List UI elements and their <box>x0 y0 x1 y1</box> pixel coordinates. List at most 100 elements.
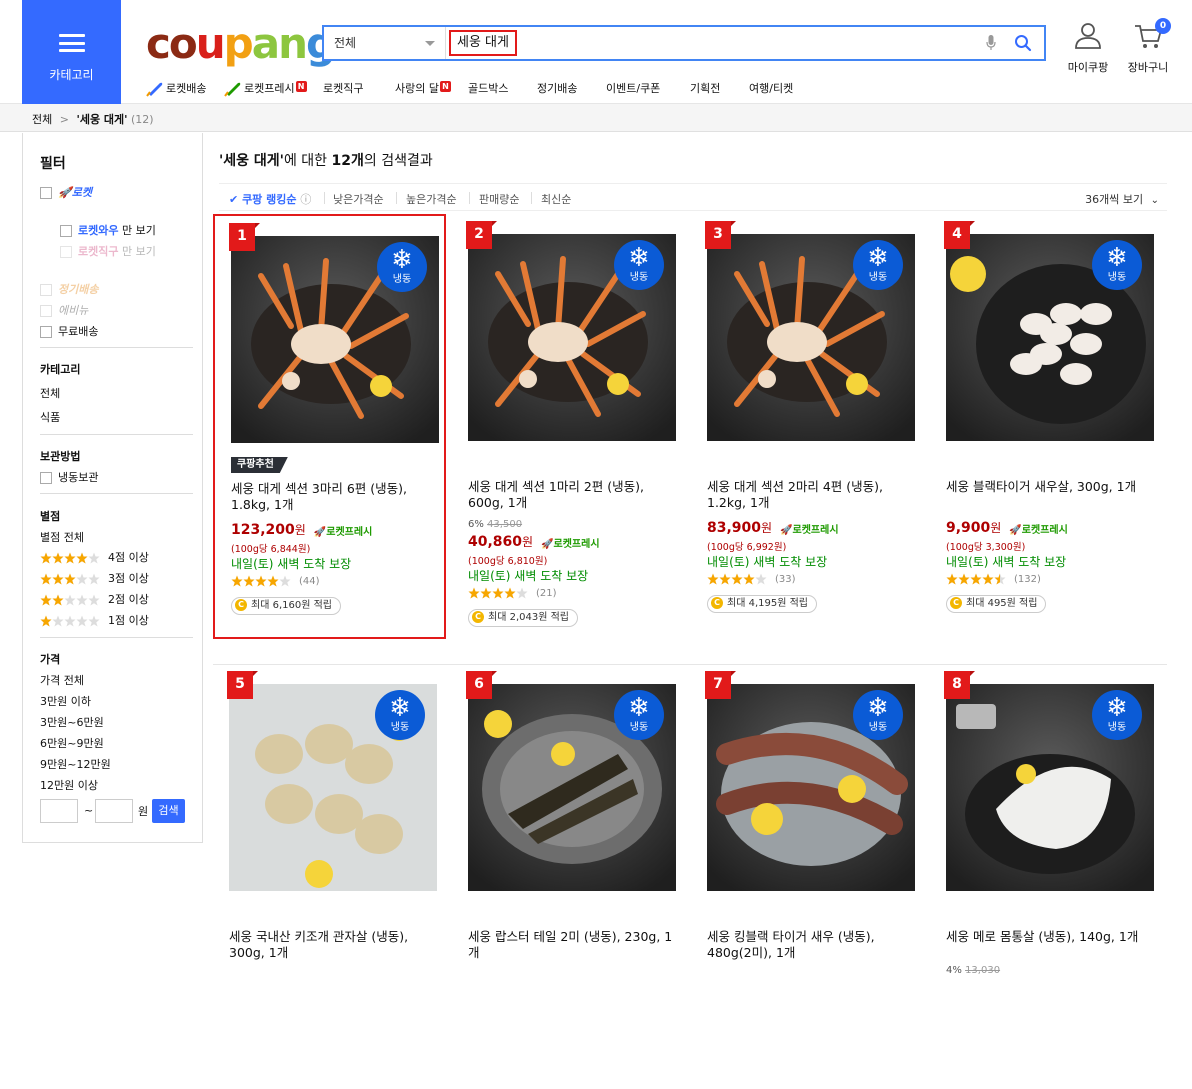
category-food-link[interactable]: 식품 <box>40 409 60 425</box>
price-max-input[interactable] <box>95 799 133 823</box>
rank-badge: 6 <box>466 671 497 699</box>
coin-icon: C <box>950 597 962 609</box>
price-range-option[interactable]: 3만원 이하 <box>40 693 91 709</box>
filter-rocket-jikgu[interactable]: 로켓직구 만 보기 <box>60 243 156 259</box>
cashback-badge: C 최대 495원 적립 <box>946 595 1047 613</box>
nav-item[interactable]: 정기배송 <box>537 78 577 100</box>
nav-item[interactable]: 사랑의 달N <box>395 78 451 100</box>
search-input[interactable]: 세웅 대게 <box>449 30 517 56</box>
filter-rocket-label: 로켓 <box>71 186 92 199</box>
product-name[interactable]: 세웅 대게 섹션 2마리 4편 (냉동), 1.2kg, 1개 <box>707 479 912 511</box>
price-range-option[interactable]: 6만원~9만원 <box>40 735 104 751</box>
checkbox[interactable] <box>40 305 52 317</box>
sale-price-value: 40,860 <box>468 534 523 550</box>
breadcrumb-separator-icon: > <box>59 113 69 126</box>
checkbox[interactable] <box>40 326 52 338</box>
product-card[interactable]: ❄ 냉동 2 세웅 대게 섹션 1마리 2편 (냉동), 600g, 1개 6% 43,… <box>452 214 685 639</box>
price-range-option[interactable]: 12만원 이상 <box>40 777 98 793</box>
product-name[interactable]: 세웅 국내산 키조개 관자살 (냉동), 300g, 1개 <box>229 929 434 961</box>
rocket-icon: 🚀 <box>58 186 72 199</box>
product-name[interactable]: 세웅 랍스터 테일 2미 (냉동), 230g, 1개 <box>468 929 673 961</box>
product-image[interactable]: ❄ 냉동 <box>229 684 437 891</box>
breadcrumb-current: '세웅 대게' <box>76 113 128 126</box>
rating-filter-option[interactable]: 1점 이상 <box>40 612 149 628</box>
view-count-select[interactable]: 36개씩 보기 ⌄ <box>1085 191 1159 207</box>
divider <box>396 192 397 204</box>
search-icon[interactable] <box>1014 34 1032 52</box>
user-icon <box>1075 23 1101 49</box>
filter-rocket-wow[interactable]: 로켓와우 만 보기 <box>60 222 156 238</box>
product-image[interactable]: ❄ 냉동 <box>707 234 915 441</box>
frozen-badge-label: 냉동 <box>392 274 412 285</box>
product-card[interactable]: ❄ 냉동 8 세웅 메로 몸통살 (냉동), 140g, 1개 4% 13,030 <box>930 664 1163 1089</box>
nav-item[interactable]: 로켓프레시 N <box>224 78 307 100</box>
nav-item[interactable]: 골드박스 <box>468 78 508 100</box>
checkbox[interactable] <box>40 187 52 199</box>
price-search-button[interactable]: 검색 <box>152 799 185 823</box>
frozen-badge-label: 냉동 <box>1107 722 1127 733</box>
nav-item[interactable]: 이벤트/쿠폰 <box>606 78 660 100</box>
category-menu-button[interactable]: 카테고리 <box>22 0 121 104</box>
product-card[interactable]: ❄ 냉동 1 쿠팡추천 세웅 대게 섹션 3마리 6편 (냉동), 1.8kg, 1개 1… <box>213 214 446 639</box>
rating-filter-option[interactable]: 3점 이상 <box>40 570 149 586</box>
my-coupang-button[interactable]: 마이쿠팡 <box>1063 20 1113 75</box>
product-image[interactable]: ❄ 냉동 <box>468 234 676 441</box>
filter-free-shipping[interactable]: 무료배송 <box>40 323 98 339</box>
nav-item[interactable]: 로켓직구 <box>323 78 363 100</box>
checkbox[interactable] <box>60 225 72 237</box>
rocket-green-icon: 🚀 <box>1009 524 1022 536</box>
nav-item[interactable]: 기획전 <box>690 78 720 100</box>
nav-item[interactable]: 로켓배송 <box>146 78 206 100</box>
sort-ranking[interactable]: ✔ 쿠팡 랭킹순 ⓘ <box>229 191 311 207</box>
product-name[interactable]: 세웅 대게 섹션 1마리 2편 (냉동), 600g, 1개 <box>468 479 673 511</box>
checkbox[interactable] <box>40 472 52 484</box>
filter-sidebar: 필터 🚀로켓 로켓와우 만 보기 로켓직구 만 보기 정기배송 에비뉴 무료배송… <box>22 133 203 843</box>
product-card[interactable]: ❄ 냉동 7 세웅 킹블랙 타이거 새우 (냉동), 480g(2미), 1개 <box>691 664 924 1089</box>
product-name[interactable]: 세웅 대게 섹션 3마리 6편 (냉동), 1.8kg, 1개 <box>231 481 436 513</box>
category-all-link[interactable]: 전체 <box>40 385 60 401</box>
product-card[interactable]: ❄ 냉동 6 세웅 랍스터 테일 2미 (냉동), 230g, 1개 <box>452 664 685 1089</box>
price-min-input[interactable] <box>40 799 78 823</box>
product-image[interactable]: ❄ 냉동 <box>946 684 1154 891</box>
microphone-icon[interactable] <box>986 35 996 51</box>
filter-avenue[interactable]: 에비뉴 <box>40 302 88 318</box>
filter-frozen-storage[interactable]: 냉동보관 <box>40 469 98 485</box>
rating-all-link[interactable]: 별점 전체 <box>40 529 84 545</box>
info-icon[interactable]: ⓘ <box>300 193 311 206</box>
breadcrumb-root[interactable]: 전체 <box>32 113 52 126</box>
search-category-select[interactable]: 전체 <box>324 27 446 59</box>
star-rating-icon <box>946 573 1006 585</box>
product-card[interactable]: ❄ 냉동 3 세웅 대게 섹션 2마리 4편 (냉동), 1.2kg, 1개 83,90… <box>691 214 924 639</box>
product-image[interactable]: ❄ 냉동 <box>468 684 676 891</box>
filter-regular-delivery[interactable]: 정기배송 <box>40 281 98 297</box>
rating-filter-option[interactable]: 2점 이상 <box>40 591 149 607</box>
nav-item-label: 여행/티켓 <box>749 82 794 95</box>
product-card[interactable]: ❄ 냉동 5 세웅 국내산 키조개 관자살 (냉동), 300g, 1개 <box>213 664 446 1089</box>
sort-low-price[interactable]: 낮은가격순 <box>333 191 384 207</box>
checkbox[interactable] <box>40 284 52 296</box>
nav-item[interactable]: 여행/티켓 <box>749 78 793 100</box>
price-range-option[interactable]: 9만원~12만원 <box>40 756 111 772</box>
frozen-badge: ❄ 냉동 <box>614 690 664 740</box>
product-card[interactable]: ❄ 냉동 4 세웅 블랙타이거 새우살, 300g, 1개 9,900원 🚀로켓프레시 (1… <box>930 214 1163 639</box>
rating-filter-option[interactable]: 4점 이상 <box>40 549 149 565</box>
frozen-badge: ❄ 냉동 <box>1092 240 1142 290</box>
product-image[interactable]: ❄ 냉동 <box>231 236 439 443</box>
sort-sales[interactable]: 판매량순 <box>479 191 519 207</box>
product-image[interactable]: ❄ 냉동 <box>946 234 1154 441</box>
view-count-value: 36개씩 보기 <box>1085 193 1144 206</box>
coupang-logo[interactable]: coupang <box>146 19 336 68</box>
price-all-link[interactable]: 가격 전체 <box>40 672 84 688</box>
frozen-badge-label: 냉동 <box>629 722 649 733</box>
product-name[interactable]: 세웅 블랙타이거 새우살, 300g, 1개 <box>946 479 1151 495</box>
sort-high-price[interactable]: 높은가격순 <box>406 191 457 207</box>
sort-newest[interactable]: 최신순 <box>541 191 571 207</box>
product-name[interactable]: 세웅 메로 몸통살 (냉동), 140g, 1개 <box>946 929 1151 945</box>
product-image[interactable]: ❄ 냉동 <box>707 684 915 891</box>
price-range-option[interactable]: 3만원~6만원 <box>40 714 104 730</box>
checkbox[interactable] <box>60 246 72 258</box>
product-name[interactable]: 세웅 킹블랙 타이거 새우 (냉동), 480g(2미), 1개 <box>707 929 912 961</box>
logo-letter: u <box>195 19 226 68</box>
filter-rocket[interactable]: 🚀로켓 <box>40 184 92 200</box>
cart-button[interactable]: 0 장바구니 <box>1123 18 1173 75</box>
